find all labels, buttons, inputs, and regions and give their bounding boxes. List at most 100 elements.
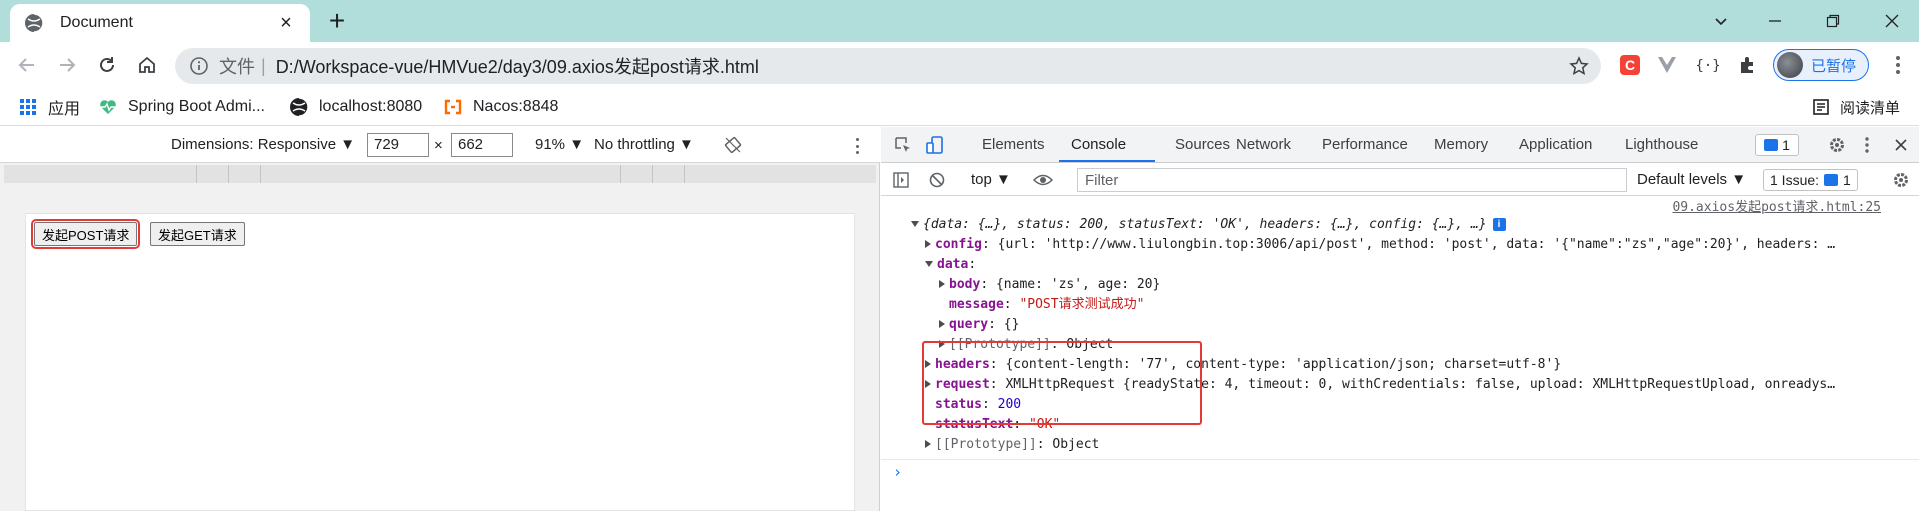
console-filter-input[interactable]: Filter	[1077, 168, 1627, 192]
browser-tab[interactable]: Document ×	[10, 4, 310, 42]
expand-triangle-icon[interactable]	[925, 260, 933, 267]
device-toolbar: Dimensions: Responsive ▼ 729 × 662 91% ▼…	[0, 127, 880, 163]
bookmark-star-icon[interactable]	[1569, 56, 1589, 76]
info-badge-icon[interactable]: i	[1492, 218, 1506, 231]
tab-sources[interactable]: Sources	[1175, 136, 1230, 153]
profile-button[interactable]: 已暂停	[1773, 49, 1869, 81]
back-arrow-icon[interactable]	[14, 52, 40, 78]
log-levels-dropdown[interactable]: Default levels ▼	[1637, 171, 1746, 188]
prototype-row[interactable]: [[Prototype]]: Object	[925, 435, 1099, 455]
minimize-icon[interactable]	[1762, 8, 1788, 34]
config-row[interactable]: config: {url: 'http://www.liulongbin.top…	[925, 235, 1835, 255]
expand-triangle-icon[interactable]	[911, 220, 919, 227]
reading-list-button[interactable]: 阅读清单	[1812, 95, 1900, 119]
close-window-icon[interactable]	[1879, 8, 1905, 34]
messages-badge[interactable]: 1	[1755, 134, 1799, 156]
response-summary: {data: {…}, status: 200, statusText: 'OK…	[923, 217, 1487, 232]
info-icon[interactable]	[189, 56, 209, 76]
property-value: {url: 'http://www.liulongbin.top:3006/ap…	[997, 237, 1836, 252]
tab-network[interactable]: Network	[1236, 136, 1291, 153]
tab-search-chevron-icon[interactable]	[1708, 8, 1734, 34]
issues-button[interactable]: 1 Issue: 1	[1763, 169, 1858, 191]
url-text[interactable]: D:/Workspace-vue/HMVue2/day3/09.axios发起p…	[276, 53, 759, 79]
address-bar[interactable]: 文件 | D:/Workspace-vue/HMVue2/day3/09.axi…	[175, 48, 1601, 84]
tab-title: Document	[60, 14, 133, 31]
property-key: message	[949, 297, 1004, 312]
console-prompt[interactable]: ›	[893, 462, 902, 482]
property-value: {}	[1003, 317, 1020, 332]
vue-devtools-icon[interactable]	[1656, 54, 1678, 76]
restore-icon[interactable]	[1820, 8, 1846, 34]
query-row[interactable]: query: {}	[939, 315, 1019, 335]
svg-text:{·}: {·}	[1697, 58, 1719, 74]
property-key: body	[949, 277, 981, 292]
clear-console-icon[interactable]	[927, 170, 947, 190]
console-output: 09.axios发起post请求.html:25 {data: {…}, sta…	[881, 197, 1919, 511]
tab-memory[interactable]: Memory	[1434, 136, 1488, 153]
property-key: config	[935, 237, 982, 252]
close-icon[interactable]: ×	[276, 12, 296, 34]
tab-console[interactable]: Console	[1071, 136, 1126, 153]
zoom-dropdown[interactable]: 91% ▼	[535, 136, 584, 153]
emulated-viewport: 发起POST请求 发起GET请求	[25, 213, 855, 511]
chrome-menu-icon[interactable]	[1888, 54, 1908, 76]
console-settings-gear-icon[interactable]	[1891, 170, 1911, 190]
tab-performance[interactable]: Performance	[1322, 136, 1408, 153]
devtools-more-icon[interactable]	[1857, 135, 1877, 155]
post-request-button[interactable]: 发起POST请求	[30, 219, 141, 249]
get-request-button[interactable]: 发起GET请求	[150, 222, 245, 246]
bookmark-label: 应用	[48, 101, 81, 118]
tab-lighthouse[interactable]: Lighthouse	[1625, 136, 1698, 153]
data-row[interactable]: data:	[925, 255, 976, 275]
media-query-ruler	[4, 165, 876, 183]
bookmark-apps[interactable]: 应用	[18, 95, 80, 119]
bookmark-nacos[interactable]: Nacos:8848	[443, 95, 558, 119]
extensions-puzzle-icon[interactable]	[1737, 54, 1759, 76]
device-emulation-pane: Dimensions: Responsive ▼ 729 × 662 91% ▼…	[0, 127, 880, 511]
viewport-width-input[interactable]: 729	[367, 133, 429, 157]
bookmark-localhost[interactable]: localhost:8080	[289, 95, 422, 119]
reload-icon[interactable]	[94, 52, 120, 78]
home-icon[interactable]	[134, 52, 160, 78]
globe-icon	[289, 97, 309, 117]
reading-list-icon	[1812, 98, 1830, 116]
globe-icon	[24, 13, 44, 33]
device-more-icon[interactable]	[852, 136, 862, 156]
tab-elements[interactable]: Elements	[982, 136, 1045, 153]
viewport-height-input[interactable]: 662	[451, 133, 513, 157]
message-count: 1	[1782, 137, 1790, 153]
close-devtools-icon[interactable]	[1891, 135, 1911, 155]
collapse-triangle-icon[interactable]	[939, 319, 945, 328]
collapse-triangle-icon[interactable]	[925, 239, 931, 248]
property-key: [[Prototype]]	[935, 437, 1037, 452]
devtools-tab-bar: Elements Console Sources Network Perform…	[881, 127, 1919, 163]
collapse-triangle-icon[interactable]	[925, 439, 931, 448]
device-toggle-icon[interactable]	[925, 135, 945, 155]
json-viewer-icon[interactable]: {·}	[1697, 54, 1719, 76]
property-key: data	[937, 257, 969, 272]
dimensions-dropdown[interactable]: Dimensions: Responsive ▼	[171, 136, 355, 153]
settings-gear-icon[interactable]	[1827, 135, 1847, 155]
bookmark-spring-boot-admin[interactable]: Spring Boot Admi...	[98, 95, 265, 119]
svg-text:C: C	[1625, 57, 1635, 73]
dimension-times: ×	[434, 137, 443, 154]
csdn-extension-icon[interactable]: C	[1619, 54, 1641, 76]
rotate-icon[interactable]	[723, 135, 743, 155]
live-expression-eye-icon[interactable]	[1033, 170, 1053, 190]
source-link[interactable]: 09.axios发起post请求.html:25	[1672, 198, 1881, 218]
tab-application[interactable]: Application	[1519, 136, 1592, 153]
profile-paused-label: 已暂停	[1811, 57, 1857, 75]
response-object-row[interactable]: {data: {…}, status: 200, statusText: 'OK…	[911, 215, 1506, 235]
body-row[interactable]: body: {name: 'zs', age: 20}	[939, 275, 1160, 295]
sidebar-toggle-icon[interactable]	[891, 170, 911, 190]
inspect-element-icon[interactable]	[893, 135, 913, 155]
collapse-triangle-icon[interactable]	[939, 279, 945, 288]
context-selector[interactable]: top ▼	[971, 171, 1011, 188]
property-value: Object	[1052, 437, 1100, 452]
throttling-dropdown[interactable]: No throttling ▼	[594, 136, 694, 153]
message-row: message: "POST请求测试成功"	[949, 297, 1145, 312]
devtools-panel: Elements Console Sources Network Perform…	[881, 127, 1919, 511]
new-tab-button[interactable]: +	[324, 7, 350, 35]
forward-arrow-icon[interactable]	[54, 52, 80, 78]
property-value: {name: 'zs', age: 20}	[995, 277, 1161, 292]
